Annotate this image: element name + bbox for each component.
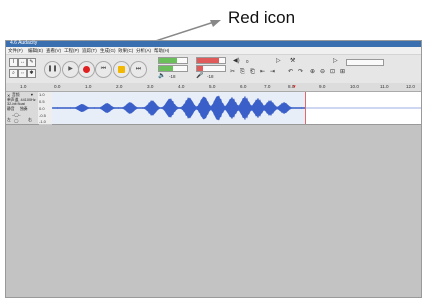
record-icon (83, 66, 90, 73)
scale-label: -0.5 (39, 113, 46, 118)
skip-start-icon: ⏮ (100, 66, 107, 72)
fit-project-icon[interactable]: ⊞ (340, 69, 345, 76)
record-meter-right[interactable] (196, 65, 226, 72)
skip-start-button[interactable]: ⏮ (95, 61, 112, 78)
playhead-marker-icon[interactable]: ▼ (292, 83, 297, 91)
ruler-tick: 1.0 (85, 84, 92, 89)
audacity-window: 4.6 Audacity 文件(F) 编辑(E) 查看(V) 工程(P) 追踪(… (5, 40, 422, 298)
menu-edit[interactable]: 编辑(E) (28, 47, 43, 54)
mic-icon[interactable]: 🎤 (196, 73, 203, 80)
redo-icon[interactable]: ↷ (298, 69, 303, 76)
skip-end-icon: ⏭ (135, 66, 142, 72)
solo-button[interactable]: 独奏 (20, 107, 28, 112)
input-device-icon[interactable]: ▷ (333, 58, 338, 65)
volume-label: 0 (246, 59, 249, 64)
menu-file[interactable]: 文件(F) (8, 47, 23, 54)
ruler-tick: 10.0 (350, 84, 359, 89)
scale-label: 0.5 (39, 99, 45, 104)
menu-bar: 文件(F) 编辑(E) 查看(V) 工程(P) 追踪(T) 生成(G) 效果(C… (6, 47, 421, 55)
waveform-track[interactable] (52, 92, 421, 125)
annotation-label: Red icon (228, 8, 296, 27)
skip-end-button[interactable]: ⏭ (130, 61, 147, 78)
ruler-tick: 0.0 (54, 84, 61, 89)
copy-icon[interactable]: ⎘ (240, 69, 245, 76)
ruler-tick: 1.0 (20, 84, 27, 89)
waveform-path (52, 95, 306, 121)
envelope-tool-icon[interactable]: ↔ (18, 58, 27, 67)
silence-icon[interactable]: ⇥ (270, 69, 275, 76)
menu-project[interactable]: 工程(P) (64, 47, 79, 54)
playback-meter-fill (159, 58, 177, 63)
scale-label: -1.0 (39, 119, 46, 124)
playhead-line (305, 92, 306, 124)
meter-label-right: -18 (207, 74, 214, 79)
volume-icon[interactable]: ◀) (233, 58, 240, 65)
ruler-tick: 6.0 (240, 84, 247, 89)
empty-track-area[interactable] (6, 125, 421, 297)
toolbar: I ↔ ✎ ⌕ ⇔ ✱ ❚❚ ▶ ⏮ ⏭ 🔈 -18 🎤 -18 ◀) 0 ▷ … (6, 55, 421, 84)
record-button[interactable] (78, 61, 95, 78)
menu-effect[interactable]: 效果(C) (118, 47, 133, 54)
zoom-tool-icon[interactable]: ⌕ (9, 69, 18, 78)
playback-speed-icon[interactable]: ▷ (276, 58, 281, 65)
zoom-in-icon[interactable]: ⊕ (310, 69, 315, 76)
gain-slider[interactable]: –◯– (12, 112, 20, 117)
track-menu-icon[interactable]: ▼ (30, 93, 34, 97)
meter-label-left: -18 (169, 74, 176, 79)
record-meter-fill (197, 58, 219, 63)
stop-icon (118, 66, 125, 73)
play-icon: ▶ (68, 66, 73, 72)
ruler-tick: 2.0 (116, 84, 123, 89)
input-device-select[interactable] (346, 59, 384, 66)
record-meter-right-fill (197, 66, 203, 71)
menu-analyze[interactable]: 分析(A) (136, 47, 151, 54)
selection-tool-icon[interactable]: I (9, 58, 18, 67)
fit-selection-icon[interactable]: ⊡ (330, 69, 335, 76)
timeline-ruler[interactable]: 1.0 0.0 1.0 2.0 3.0 4.0 5.0 6.0 7.0 8.0 … (6, 83, 421, 92)
pan-right-label: 右 (28, 118, 32, 122)
paste-icon[interactable]: ⎗ (250, 69, 255, 76)
multi-tool-icon[interactable]: ✱ (27, 69, 36, 78)
tool-sync-icon[interactable]: ⚒ (290, 58, 295, 65)
track-control-panel[interactable]: ✕ 音频 ▼ 单声道, 44100Hz 32-bit float 静音 独奏 –… (6, 92, 39, 125)
scale-label: 1.0 (39, 92, 45, 97)
playback-meter-right[interactable] (158, 65, 188, 72)
record-meter[interactable] (196, 57, 226, 64)
playback-meter[interactable] (158, 57, 188, 64)
trim-icon[interactable]: ⇤ (260, 69, 265, 76)
annotation-arrowhead (210, 20, 221, 27)
window-title: 4.6 Audacity (10, 40, 38, 46)
scale-label: 0.0 (39, 106, 45, 111)
ruler-tick: 5.0 (209, 84, 216, 89)
play-button[interactable]: ▶ (62, 61, 79, 78)
ruler-tick: 12.0 (406, 84, 415, 89)
menu-help[interactable]: 帮助(H) (154, 47, 169, 54)
pan-slider[interactable]: ◯ (14, 118, 18, 123)
cut-icon[interactable]: ✂ (230, 69, 235, 76)
menu-view[interactable]: 查看(V) (46, 47, 61, 54)
pause-button[interactable]: ❚❚ (44, 61, 61, 78)
speaker-icon[interactable]: 🔈 (158, 73, 165, 80)
ruler-tick: 7.0 (264, 84, 271, 89)
playback-meter-right-fill (159, 66, 173, 71)
menu-generate[interactable]: 生成(G) (100, 47, 116, 54)
waveform (52, 95, 421, 121)
track-info-bits: 32-bit float (7, 102, 25, 106)
ruler-tick: 4.0 (178, 84, 185, 89)
draw-tool-icon[interactable]: ✎ (27, 58, 36, 67)
ruler-tick: 9.0 (319, 84, 326, 89)
undo-icon[interactable]: ↶ (288, 69, 293, 76)
stop-button[interactable] (113, 61, 130, 78)
ruler-tick: 3.0 (147, 84, 154, 89)
pan-left-label: 左 (7, 118, 11, 122)
zoom-out-icon[interactable]: ⊖ (320, 69, 325, 76)
amplitude-scale: 1.0 0.5 0.0 -0.5 -1.0 (38, 92, 53, 124)
pause-icon: ❚❚ (47, 66, 58, 72)
ruler-tick: 11.0 (380, 84, 389, 89)
timeshift-tool-icon[interactable]: ⇔ (18, 69, 27, 78)
menu-track[interactable]: 追踪(T) (82, 47, 97, 54)
